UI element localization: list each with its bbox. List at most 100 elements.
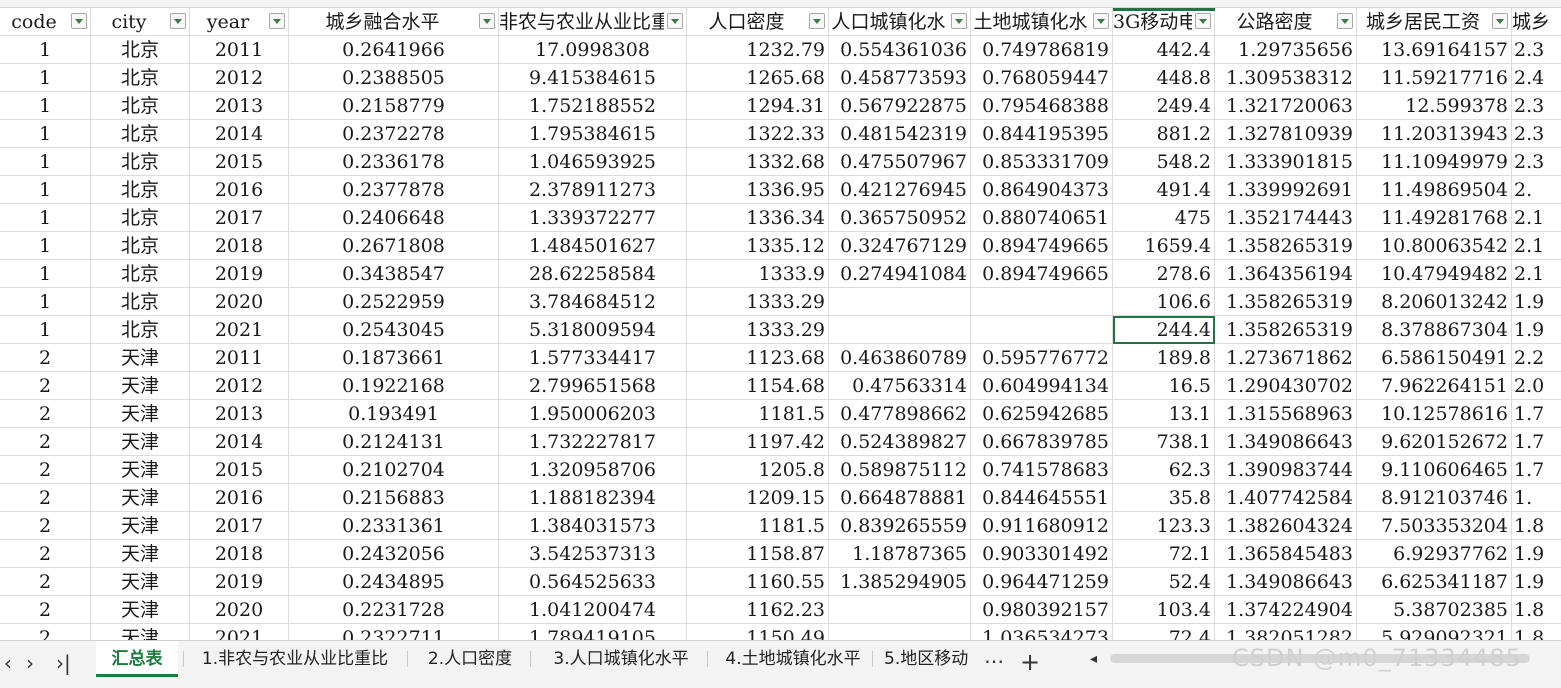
table-cell[interactable]: 1162.23 [687,596,829,624]
column-header[interactable]: year [190,8,289,36]
table-cell[interactable]: 0.664878881 [829,484,971,512]
table-cell[interactable]: 5.929092321 [1357,624,1512,640]
add-sheet-icon[interactable]: + [1020,648,1040,676]
table-cell[interactable]: 2.378911273 [499,176,687,204]
table-cell[interactable]: 0.625942685 [971,400,1113,428]
table-cell[interactable]: 2013 [190,92,289,120]
table-cell[interactable]: 1.374224904 [1215,596,1357,624]
column-header[interactable]: code [0,8,91,36]
filter-dropdown-icon[interactable] [479,13,495,29]
table-cell[interactable]: 16.5 [1113,372,1215,400]
table-cell[interactable]: 1.7 [1512,400,1561,428]
table-cell[interactable]: 2.1 [1512,232,1561,260]
table-cell[interactable]: 北京 [91,64,190,92]
table-cell[interactable]: 1.8 [1512,624,1561,640]
table-cell[interactable]: 0.749786819 [971,36,1113,64]
table-cell[interactable]: 1333.29 [687,288,829,316]
table-cell[interactable]: 10.12578616 [1357,400,1512,428]
table-cell[interactable]: 1.333901815 [1215,148,1357,176]
filter-dropdown-icon[interactable] [951,13,967,29]
table-cell[interactable]: 9.110606465 [1357,456,1512,484]
table-cell[interactable]: 天津 [91,512,190,540]
table-cell[interactable]: 2011 [190,344,289,372]
table-cell[interactable]: 2021 [190,624,289,640]
table-cell[interactable]: 0.47563314 [829,372,971,400]
table-cell[interactable]: 0.463860789 [829,344,971,372]
table-cell[interactable]: 3.784684512 [499,288,687,316]
table-cell[interactable]: 1.320958706 [499,456,687,484]
table-cell[interactable]: 7.503353204 [1357,512,1512,540]
table-cell[interactable]: 0.2158779 [289,92,499,120]
table-cell[interactable]: 1.041200474 [499,596,687,624]
table-cell[interactable]: 1 [0,232,91,260]
table-cell[interactable]: 0.2671808 [289,232,499,260]
table-cell[interactable]: 2020 [190,596,289,624]
table-cell[interactable]: 北京 [91,148,190,176]
table-cell[interactable]: 天津 [91,400,190,428]
table-cell[interactable]: 1659.4 [1113,232,1215,260]
table-cell[interactable]: 1.8 [1512,512,1561,540]
table-cell[interactable]: 1.407742584 [1215,484,1357,512]
table-cell[interactable]: 448.8 [1113,64,1215,92]
table-cell[interactable]: 2011 [190,36,289,64]
table-cell[interactable]: 北京 [91,92,190,120]
table-cell[interactable]: 0.1922168 [289,372,499,400]
table-cell[interactable]: 11.49869504 [1357,176,1512,204]
table-cell[interactable]: 2018 [190,540,289,568]
table-cell[interactable]: 2.3 [1512,36,1561,64]
table-cell[interactable]: 天津 [91,484,190,512]
table-cell[interactable]: 天津 [91,344,190,372]
table-cell[interactable]: 0.2388505 [289,64,499,92]
table-cell[interactable]: 0.2641966 [289,36,499,64]
table-cell[interactable]: 0.1873661 [289,344,499,372]
table-cell[interactable]: 2.3 [1512,92,1561,120]
table-cell[interactable]: 0.980392157 [971,596,1113,624]
table-cell[interactable]: 2019 [190,260,289,288]
table-cell[interactable]: 0.844645551 [971,484,1113,512]
filter-dropdown-icon[interactable] [269,13,285,29]
table-cell[interactable]: 天津 [91,596,190,624]
table-cell[interactable]: 738.1 [1113,428,1215,456]
table-cell[interactable]: 1232.79 [687,36,829,64]
table-cell[interactable]: 0.2372278 [289,120,499,148]
table-cell[interactable]: 天津 [91,624,190,640]
table-cell[interactable]: 0.2336178 [289,148,499,176]
table-cell[interactable]: 0.880740651 [971,204,1113,232]
table-cell[interactable]: 0.911680912 [971,512,1113,540]
table-cell[interactable]: 0.365750952 [829,204,971,232]
table-cell[interactable]: 0.2543045 [289,316,499,344]
table-cell[interactable]: 1.358265319 [1215,316,1357,344]
table-cell[interactable]: 1.309538312 [1215,64,1357,92]
table-cell[interactable]: 1.364356194 [1215,260,1357,288]
table-cell[interactable]: 1.365845483 [1215,540,1357,568]
table-cell[interactable]: 0.604994134 [971,372,1113,400]
table-cell[interactable]: 1. [1512,484,1561,512]
table-cell[interactable]: 9.620152672 [1357,428,1512,456]
table-cell[interactable]: 1.352174443 [1215,204,1357,232]
table-cell[interactable]: 0.853331709 [971,148,1113,176]
hscroll-left-icon[interactable]: ◂ [1090,651,1097,667]
table-cell[interactable]: 1.384031573 [499,512,687,540]
table-cell[interactable]: 1336.34 [687,204,829,232]
column-header[interactable]: 城乡居民工资 [1357,8,1512,36]
table-cell[interactable]: 0.567922875 [829,92,971,120]
table-cell[interactable]: 2.3 [1512,148,1561,176]
table-cell[interactable]: 0.894749665 [971,260,1113,288]
table-cell[interactable]: 1.358265319 [1215,288,1357,316]
table-cell[interactable]: 35.8 [1113,484,1215,512]
table-cell[interactable]: 72.1 [1113,540,1215,568]
table-cell[interactable]: 2.799651568 [499,372,687,400]
table-cell[interactable]: 0.524389827 [829,428,971,456]
table-cell[interactable]: 1.349086643 [1215,568,1357,596]
column-header[interactable]: 公路密度 [1215,8,1357,36]
column-header[interactable]: 非农与农业从业比重 [499,8,687,36]
table-cell[interactable]: 17.0998308 [499,36,687,64]
table-cell[interactable]: 106.6 [1113,288,1215,316]
table-cell[interactable]: 0.2231728 [289,596,499,624]
table-cell[interactable]: 8.378867304 [1357,316,1512,344]
table-cell[interactable]: 8.206013242 [1357,288,1512,316]
table-cell[interactable]: 1 [0,36,91,64]
table-cell[interactable]: 北京 [91,232,190,260]
table-cell[interactable]: 1.315568963 [1215,400,1357,428]
table-cell[interactable]: 1 [0,148,91,176]
